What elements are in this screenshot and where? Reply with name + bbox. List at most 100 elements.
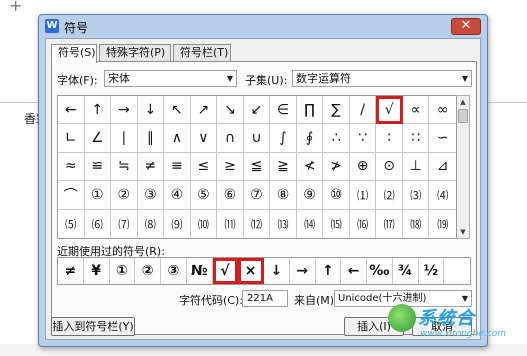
symbol-cell[interactable]: ⑸ (58, 209, 85, 238)
symbol-cell[interactable]: ⑥ (217, 181, 244, 210)
symbol-cell[interactable]: ⑶ (402, 181, 430, 210)
symbol-cell[interactable]: ∷ (402, 124, 430, 153)
symbol-cell[interactable]: ↘ (217, 96, 244, 125)
symbol-cell[interactable]: ⑻ (138, 209, 165, 238)
recent-symbol-cell[interactable]: ½ (419, 258, 445, 284)
symbol-cell[interactable]: ← (58, 96, 85, 125)
symbol-cell[interactable]: ⑧ (270, 181, 297, 210)
symbol-cell[interactable]: ∶ (376, 124, 403, 153)
symbol-cell[interactable]: ⑤ (190, 181, 218, 210)
symbol-cell[interactable]: ⒅ (403, 209, 430, 238)
symbol-cell[interactable]: ∧ (164, 124, 191, 153)
symbol-cell[interactable]: ∈ (270, 96, 297, 125)
recent-symbol-cell[interactable]: × (238, 258, 264, 284)
recent-symbol-cell[interactable]: ② (135, 258, 161, 284)
symbol-cell[interactable]: ≯ (323, 152, 350, 182)
scroll-thumb[interactable] (458, 109, 468, 123)
symbol-cell[interactable]: ∫ (270, 124, 297, 153)
symbol-cell[interactable]: ⒃ (350, 209, 377, 238)
symbol-cell[interactable]: ⑿ (244, 209, 271, 238)
symbol-cell[interactable]: ≧ (270, 152, 297, 182)
tab-symbol-bar[interactable]: 符号栏(T) (173, 44, 231, 62)
symbol-cell[interactable]: ∟ (58, 124, 85, 153)
symbol-cell[interactable]: ⑹ (85, 209, 112, 238)
symbol-cell[interactable]: ∞ (429, 96, 456, 125)
symbol-cell[interactable]: ⑩ (323, 181, 350, 210)
symbol-cell[interactable]: / (349, 96, 377, 125)
recent-symbol-cell[interactable]: ← (341, 258, 367, 284)
symbol-cell[interactable]: ⑷ (429, 181, 456, 210)
symbol-cell[interactable]: ∥ (137, 124, 165, 153)
symbol-cell[interactable]: ↗ (190, 96, 218, 125)
recent-symbol-cell[interactable]: ↑ (316, 258, 342, 284)
symbol-cell[interactable]: → (111, 96, 138, 125)
symbol-cell[interactable]: ⑾ (217, 209, 244, 238)
symbol-cell[interactable]: ⊿ (429, 153, 456, 182)
symbol-cell[interactable]: ≠ (137, 152, 165, 182)
recent-symbol-cell[interactable]: ③ (161, 258, 187, 284)
symbol-cell[interactable]: ≮ (296, 152, 324, 182)
symbol-cell[interactable]: ⑽ (191, 209, 218, 238)
symbol-cell[interactable]: ≒ (111, 152, 138, 182)
title-bar[interactable]: W 符号 ✕ (39, 15, 487, 37)
symbol-cell[interactable]: ② (111, 181, 138, 210)
recent-symbol-cell[interactable]: ¥ (84, 258, 110, 284)
symbol-cell[interactable]: ↓ (137, 96, 165, 125)
symbol-cell[interactable]: ③ (137, 181, 165, 210)
symbol-cell[interactable]: ≦ (243, 152, 271, 182)
symbol-cell[interactable]: ∮ (296, 124, 324, 153)
symbol-cell[interactable]: ∏ (296, 96, 324, 125)
symbol-cell[interactable]: ↖ (164, 96, 191, 125)
symbol-cell[interactable]: ⊙ (376, 152, 403, 182)
font-select[interactable]: 宋体 ▼ (104, 70, 237, 87)
symbol-cell[interactable]: ⒂ (323, 209, 350, 238)
symbol-cell[interactable]: ④ (164, 181, 191, 210)
symbol-cell[interactable]: ∪ (243, 124, 271, 153)
recent-symbol-cell[interactable]: ‰ (367, 258, 393, 284)
symbol-cell[interactable]: ⑦ (243, 181, 271, 210)
recent-symbol-cell[interactable]: ① (110, 258, 136, 284)
symbol-cell[interactable]: ↙ (243, 96, 271, 125)
symbol-cell[interactable]: ⑺ (111, 209, 138, 238)
scroll-up-icon[interactable]: ▲ (457, 96, 469, 108)
symbol-cell[interactable]: ≌ (84, 152, 112, 182)
recent-symbol-cell[interactable]: ↓ (264, 258, 290, 284)
symbol-cell[interactable]: ⑼ (164, 209, 191, 238)
symbol-cell[interactable]: ∨ (190, 124, 218, 153)
symbol-cell[interactable]: ∩ (217, 124, 244, 153)
symbol-cell[interactable]: ∵ (349, 124, 377, 153)
symbol-cell[interactable]: ∣ (111, 124, 138, 153)
symbol-cell[interactable]: √ (376, 96, 403, 125)
tab-symbols[interactable]: 符号(S) (51, 44, 97, 63)
scroll-down-icon[interactable]: ▼ (457, 226, 469, 238)
symbol-cell[interactable]: ∝ (402, 96, 430, 125)
symbol-cell[interactable]: ≡ (164, 152, 191, 182)
symbol-cell[interactable]: ≈ (58, 152, 85, 182)
recent-symbol-cell[interactable]: √ (212, 258, 239, 284)
tab-special-characters[interactable]: 特殊字符(P) (99, 44, 171, 62)
close-button[interactable]: ✕ (451, 18, 481, 35)
symbol-cell[interactable]: ∴ (323, 124, 350, 153)
subset-select[interactable]: 数字运算符 ▼ (292, 70, 472, 87)
symbol-cell[interactable]: ⑵ (376, 181, 403, 210)
char-code-input[interactable]: 221A (242, 290, 288, 307)
symbol-cell[interactable]: ∠ (84, 124, 112, 153)
symbol-cell[interactable]: ⒀ (270, 209, 297, 238)
recent-symbol-cell[interactable]: ≠ (58, 258, 84, 284)
symbol-cell[interactable]: ⒆ (429, 210, 456, 238)
recent-symbol-cell[interactable] (444, 258, 470, 284)
symbol-cell[interactable]: ∽ (429, 124, 456, 153)
symbol-cell[interactable]: ⊥ (402, 152, 430, 182)
symbol-cell[interactable]: ⑨ (296, 181, 324, 210)
recent-symbol-cell[interactable]: ¾ (393, 258, 419, 284)
symbol-cell[interactable]: ↑ (84, 96, 112, 125)
recent-symbol-cell[interactable]: № (187, 258, 213, 284)
recent-symbol-cell[interactable]: → (290, 258, 316, 284)
symbol-grid-scrollbar[interactable]: ▲ ▼ (457, 95, 470, 239)
symbol-cell[interactable]: ⌒ (58, 181, 85, 210)
symbol-cell[interactable]: ⑴ (349, 181, 377, 210)
symbol-cell[interactable]: ≥ (217, 152, 244, 182)
symbol-cell[interactable]: ≤ (190, 152, 218, 182)
symbol-cell[interactable]: ⒁ (297, 209, 324, 238)
symbol-cell[interactable]: ⒄ (376, 209, 403, 238)
